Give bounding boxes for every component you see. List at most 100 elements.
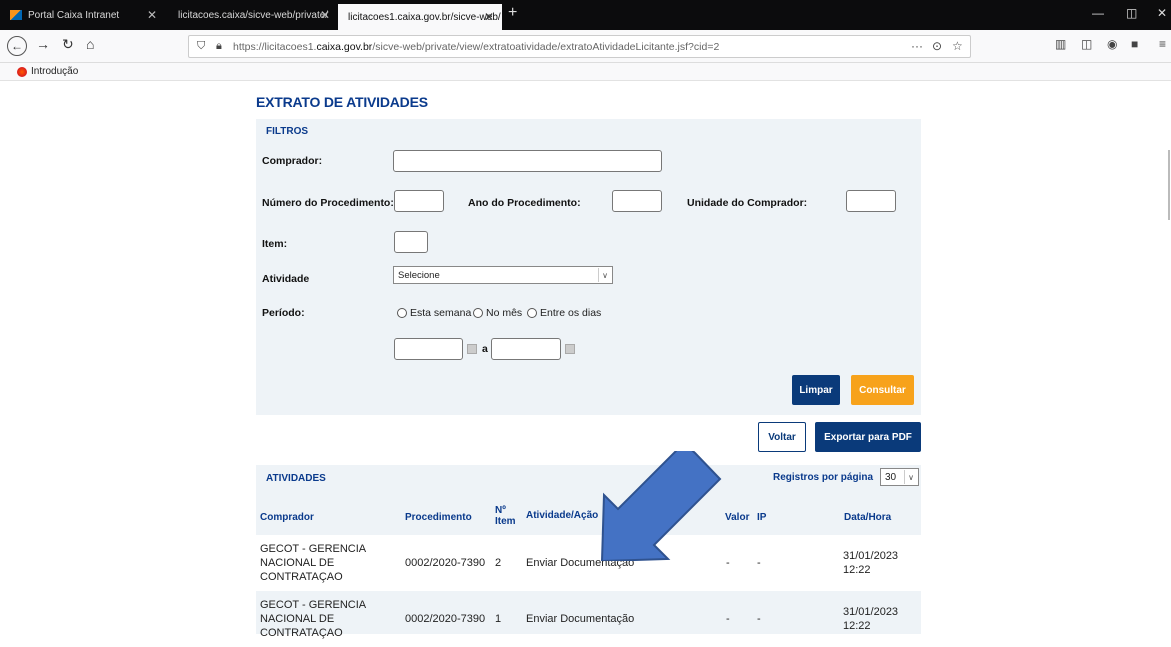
unidade-comprador-input[interactable] xyxy=(846,190,896,212)
bookmark-introducao[interactable]: Introdução xyxy=(17,66,78,77)
radio-no-mes[interactable]: No mês xyxy=(473,307,522,319)
header-atividade: Atividade/Ação xyxy=(526,510,599,521)
row-procedimento: 0002/2020-7390 xyxy=(405,613,486,625)
page-content: EXTRATO DE ATIVIDADES FILTROS Comprador:… xyxy=(0,81,1171,639)
table-row: GECOT - GERENCIA NACIONAL DE CONTRATAÇAO 0… xyxy=(256,535,921,591)
atividade-label: Atividade xyxy=(262,273,310,285)
scrollbar-thumb[interactable] xyxy=(1168,150,1170,220)
tab-label: licitacoes1.caixa.gov.br/sicve-web/ xyxy=(348,11,501,23)
chevron-down-icon[interactable]: ∨ xyxy=(904,470,917,484)
lock-icon[interactable]: 🔒︎ xyxy=(216,40,222,53)
atividade-select[interactable]: Selecione ∨ xyxy=(393,266,613,284)
activities-panel: ATIVIDADES Registros por página 30 ∨ Com… xyxy=(256,465,921,639)
radio-label: Entre os dias xyxy=(540,307,602,319)
shield-icon[interactable]: ⛉ xyxy=(197,40,205,53)
annotation-arrow-icon xyxy=(600,451,722,561)
atividade-select-value: Selecione xyxy=(398,269,440,281)
header-item: Item xyxy=(495,516,516,527)
url-domain: caixa.gov.br xyxy=(316,40,373,53)
account-icon[interactable]: ◉ xyxy=(1107,37,1117,51)
filters-panel: FILTROS Comprador: Número do Procediment… xyxy=(256,119,921,415)
calendar-icon[interactable] xyxy=(467,344,477,354)
back-icon[interactable]: ← xyxy=(7,36,27,56)
close-icon[interactable]: ✕ xyxy=(320,8,330,22)
window-close-icon[interactable]: ✕ xyxy=(1157,6,1167,20)
firefox-icon xyxy=(17,66,27,77)
radio-label: No mês xyxy=(486,307,523,319)
row-comprador: GECOT - GERENCIA NACIONAL DE CONTRATAÇAO xyxy=(260,543,367,583)
row-procedimento: 0002/2020-7390 xyxy=(405,557,486,569)
radio-entre-os-dias[interactable]: Entre os dias xyxy=(527,307,601,319)
row-ip: - xyxy=(757,557,761,569)
exportar-pdf-button[interactable]: Exportar para PDF xyxy=(815,422,921,452)
ano-procedimento-label: Ano do Procedimento: xyxy=(468,197,581,209)
tab-label: Portal Caixa Intranet xyxy=(28,9,120,21)
tab-licitacoes[interactable]: licitacoes.caixa/sicve-web/private/ ✕ xyxy=(168,0,338,30)
item-input[interactable] xyxy=(394,231,428,253)
library-icon[interactable]: ▥ xyxy=(1055,37,1066,51)
new-tab-icon[interactable]: + xyxy=(508,4,517,22)
date-separator: a xyxy=(482,343,488,355)
ano-procedimento-input[interactable] xyxy=(612,190,662,212)
chevron-down-icon[interactable]: ∨ xyxy=(598,268,611,282)
forward-icon[interactable]: → xyxy=(36,36,50,52)
tab-licitacoes1[interactable]: licitacoes1.caixa.gov.br/sicve-web/ ✕ xyxy=(338,4,502,30)
caixa-favicon-icon xyxy=(10,10,22,20)
more-actions-icon[interactable]: ··· xyxy=(911,39,923,53)
tab-portal-caixa[interactable]: Portal Caixa Intranet ✕ xyxy=(0,0,165,30)
date-end-input[interactable] xyxy=(491,338,561,360)
sidebar-icon[interactable]: ◫ xyxy=(1081,37,1092,51)
unidade-comprador-label: Unidade do Comprador: xyxy=(687,197,808,209)
header-comprador: Comprador xyxy=(260,512,314,523)
header-data-hora: Data/Hora xyxy=(844,512,892,523)
activities-title: ATIVIDADES xyxy=(266,473,326,484)
bookmark-label: Introdução xyxy=(31,66,79,77)
menu-icon[interactable]: ≡ xyxy=(1159,37,1166,51)
consultar-button[interactable]: Consultar xyxy=(851,375,914,405)
periodo-label: Período: xyxy=(262,307,305,319)
row-item: 2 xyxy=(495,557,502,569)
row-item: 1 xyxy=(495,613,502,625)
row-ip: - xyxy=(757,613,761,625)
radio-circle[interactable] xyxy=(527,308,537,318)
radio-circle[interactable] xyxy=(473,308,483,318)
voltar-button[interactable]: Voltar xyxy=(758,422,806,452)
comprador-label: Comprador: xyxy=(262,155,323,167)
radio-esta-semana[interactable]: Esta semana xyxy=(397,307,471,319)
calendar-icon[interactable] xyxy=(565,344,575,354)
row-data-hora: 31/01/2023 12:22 xyxy=(843,550,899,576)
row-atividade: Enviar Documentação xyxy=(526,613,635,625)
extension-icon[interactable]: ■ xyxy=(1131,37,1138,51)
url-suffix: /sicve-web/private/view/extratoatividade… xyxy=(372,40,720,53)
radio-label: Esta semana xyxy=(410,307,472,319)
numero-procedimento-input[interactable] xyxy=(394,190,444,212)
limpar-button[interactable]: Limpar xyxy=(792,375,840,405)
url-prefix: https://licitacoes1. xyxy=(233,40,317,53)
tab-label: licitacoes.caixa/sicve-web/private/ xyxy=(178,9,329,21)
header-procedimento: Procedimento xyxy=(405,512,472,523)
item-label: Item: xyxy=(262,238,288,250)
date-start-input[interactable] xyxy=(394,338,463,360)
minimize-icon[interactable]: — xyxy=(1092,6,1104,20)
row-valor: - xyxy=(726,613,730,625)
page-title: EXTRATO DE ATIVIDADES xyxy=(256,94,428,110)
close-icon[interactable]: ✕ xyxy=(484,10,494,24)
home-icon[interactable]: ⌂ xyxy=(86,36,94,52)
per-page-label: Registros por página xyxy=(773,472,874,483)
star-icon[interactable]: ☆ xyxy=(952,39,963,53)
url-bar[interactable]: ⛉ 🔒︎ https://licitacoes1. caixa.gov.br/si… xyxy=(188,35,971,58)
restore-icon[interactable]: ◫ xyxy=(1126,6,1137,20)
pocket-icon[interactable]: ⊙ xyxy=(932,39,942,53)
per-page-select[interactable]: 30 ∨ xyxy=(880,468,919,486)
filters-title: FILTROS xyxy=(266,126,309,137)
nav-bar: ← → ↻ ⌂ ⛉ 🔒︎ https://licitacoes1. caixa.g… xyxy=(0,30,1171,63)
close-icon[interactable]: ✕ xyxy=(147,8,157,22)
numero-procedimento-label: Número do Procedimento: xyxy=(262,197,394,209)
radio-circle[interactable] xyxy=(397,308,407,318)
row-data-hora: 31/01/2023 12:22 xyxy=(843,606,899,632)
comprador-input[interactable] xyxy=(393,150,662,172)
table-row: GECOT - GERENCIA NACIONAL DE CONTRATAÇAO 0… xyxy=(256,591,921,647)
reload-icon[interactable]: ↻ xyxy=(62,36,74,53)
tab-bar: Portal Caixa Intranet ✕ licitacoes.caixa… xyxy=(0,0,1171,30)
header-ip: IP xyxy=(757,512,767,523)
